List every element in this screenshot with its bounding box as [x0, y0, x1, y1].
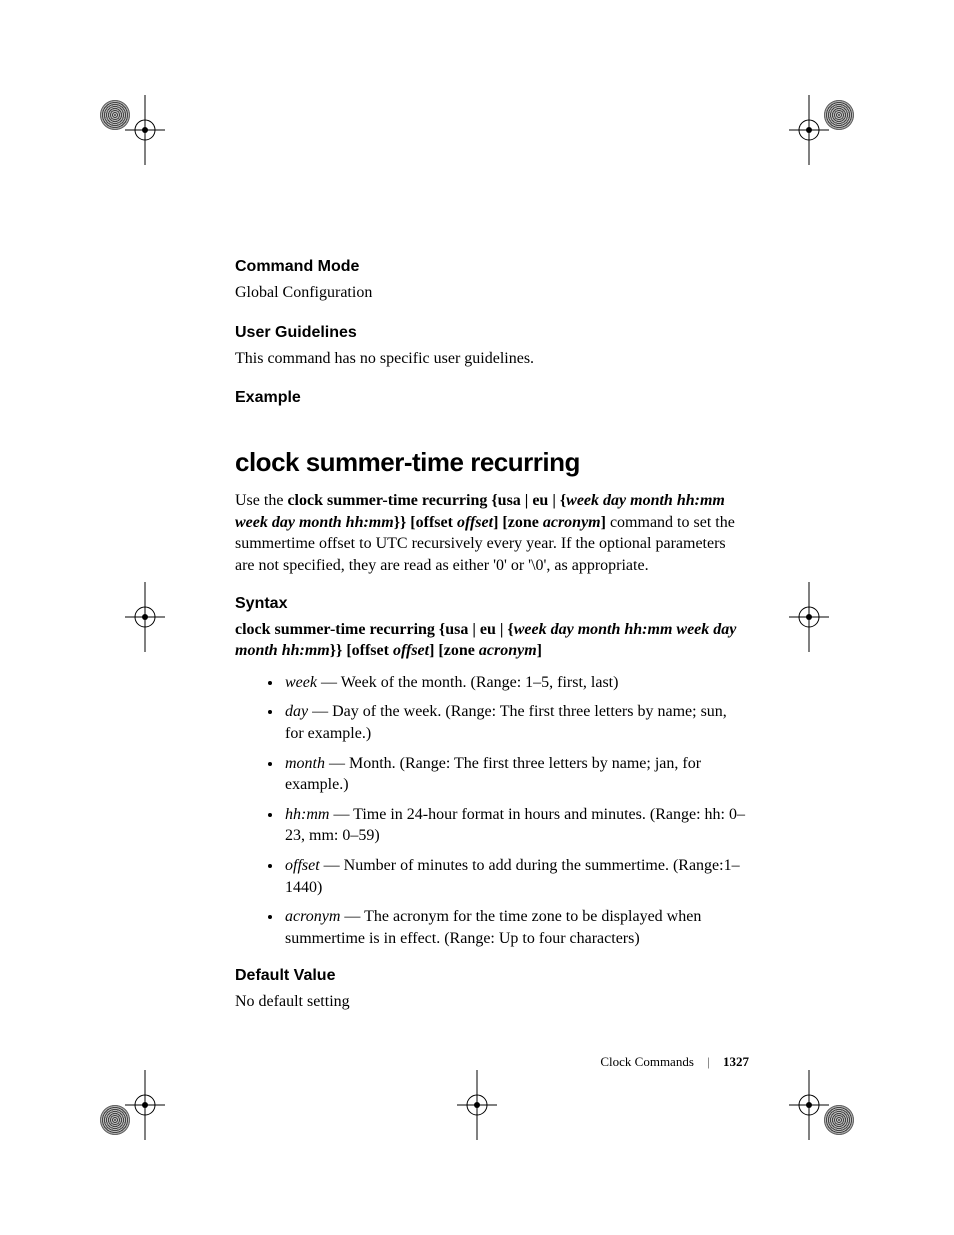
syntax-line: clock summer-time recurring {usa | eu | …: [235, 619, 745, 662]
intro-ital3: acronym: [543, 514, 601, 531]
cropmark-icon: [442, 1070, 512, 1140]
user-guidelines-heading: User Guidelines: [235, 324, 745, 342]
registration-stone-icon: [824, 100, 854, 130]
param-name: offset: [285, 857, 320, 874]
syntax-heading: Syntax: [235, 595, 745, 613]
cropmark-icon: [789, 582, 859, 652]
param-desc: — Month. (Range: The first three letters…: [285, 755, 701, 794]
command-title: clock summer-time recurring: [235, 447, 745, 478]
page-content: Command Mode Global Configuration User G…: [235, 258, 745, 1031]
syntax-bold2: }} [offset: [330, 642, 393, 659]
cropmark-icon: [95, 582, 165, 652]
example-heading: Example: [235, 389, 745, 407]
command-mode-body: Global Configuration: [235, 282, 745, 304]
syntax-bold4: ]: [537, 642, 542, 659]
footer-section: Clock Commands: [600, 1054, 694, 1069]
registration-stone-icon: [100, 1105, 130, 1135]
command-mode-section: Command Mode Global Configuration: [235, 258, 745, 304]
param-desc: — Time in 24-hour format in hours and mi…: [285, 806, 745, 845]
param-name: hh:mm: [285, 806, 329, 823]
default-value-heading: Default Value: [235, 967, 745, 985]
registration-stone-icon: [100, 100, 130, 130]
syntax-ital2: offset: [393, 642, 429, 659]
param-desc: — Number of minutes to add during the su…: [285, 857, 740, 896]
param-name: day: [285, 703, 308, 720]
list-item: month — Month. (Range: The first three l…: [283, 753, 745, 796]
intro-bold1: clock summer-time recurring {usa | eu | …: [287, 492, 566, 509]
parameter-list: week — Week of the month. (Range: 1–5, f…: [235, 672, 745, 950]
intro-bold2: }} [offset: [394, 514, 457, 531]
footer-page-number: 1327: [723, 1054, 749, 1069]
list-item: week — Week of the month. (Range: 1–5, f…: [283, 672, 745, 694]
registration-stone-icon: [824, 1105, 854, 1135]
syntax-ital3: acronym: [479, 642, 537, 659]
list-item: day — Day of the week. (Range: The first…: [283, 701, 745, 744]
param-desc: — Week of the month. (Range: 1–5, first,…: [317, 674, 618, 691]
param-name: month: [285, 755, 325, 772]
command-mode-heading: Command Mode: [235, 258, 745, 276]
command-intro: Use the clock summer-time recurring {usa…: [235, 490, 745, 576]
param-desc: — The acronym for the time zone to be di…: [285, 908, 701, 947]
syntax-bold1: clock summer-time recurring {usa | eu | …: [235, 621, 514, 638]
page-footer: Clock Commands | 1327: [600, 1054, 749, 1070]
intro-ital2: offset: [457, 514, 493, 531]
syntax-bold3: ] [zone: [429, 642, 479, 659]
list-item: hh:mm — Time in 24-hour format in hours …: [283, 804, 745, 847]
intro-bold3: ] [zone: [493, 514, 543, 531]
param-name: week: [285, 674, 317, 691]
param-desc: — Day of the week. (Range: The first thr…: [285, 703, 727, 742]
user-guidelines-body: This command has no specific user guidel…: [235, 348, 745, 370]
param-name: acronym: [285, 908, 340, 925]
list-item: acronym — The acronym for the time zone …: [283, 906, 745, 949]
default-value-body: No default setting: [235, 991, 745, 1013]
example-section: Example: [235, 389, 745, 407]
footer-separator: |: [707, 1054, 710, 1069]
list-item: offset — Number of minutes to add during…: [283, 855, 745, 898]
intro-pre: Use the: [235, 492, 287, 509]
user-guidelines-section: User Guidelines This command has no spec…: [235, 324, 745, 370]
